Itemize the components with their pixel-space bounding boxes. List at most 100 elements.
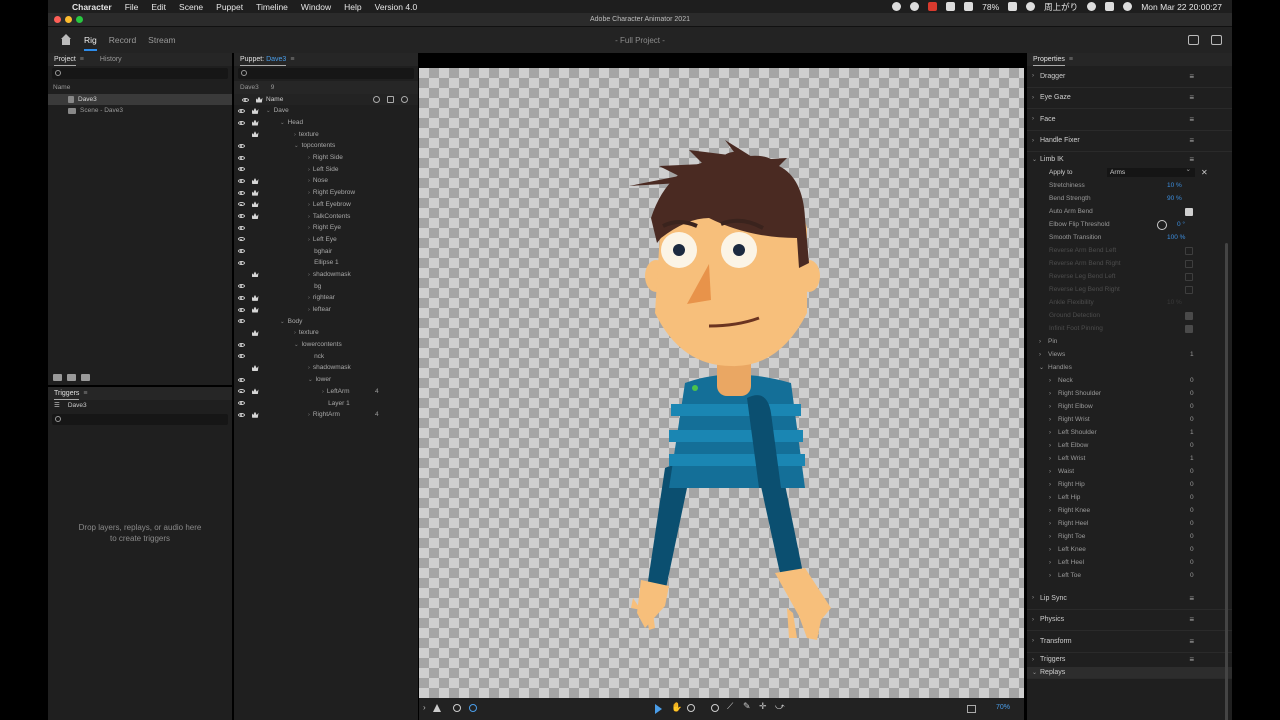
eye-icon[interactable] (234, 295, 248, 300)
layer-row[interactable]: › LeftArm 4 (234, 386, 418, 398)
pin-tool-icon[interactable]: ✎ (743, 701, 753, 711)
tab-project[interactable]: Project (54, 56, 76, 66)
chevron-right-icon[interactable]: › (308, 190, 310, 196)
zoom-window-button[interactable] (76, 16, 83, 23)
behavior-menu-icon[interactable]: ≡ (1189, 93, 1194, 102)
trigger-puppet-row[interactable]: ☰ Dave3 (48, 400, 232, 412)
eye-icon[interactable] (234, 342, 248, 347)
handle-row[interactable]: › Right Toe 0 (1027, 530, 1232, 543)
auto-arm-bend-checkbox[interactable] (1185, 207, 1193, 216)
warning-icon[interactable] (433, 704, 441, 712)
handle-row[interactable]: › Left Heel 0 (1027, 556, 1232, 569)
chevron-right-icon[interactable] (308, 284, 311, 290)
crown-icon[interactable] (248, 108, 262, 114)
menu-version[interactable]: Version 4.0 (375, 2, 418, 12)
crown-icon[interactable] (248, 330, 262, 336)
behavior-replays[interactable]: ⌄ Replays (1027, 666, 1232, 679)
eye-icon[interactable] (234, 307, 248, 312)
layer-row[interactable]: bg (234, 280, 418, 292)
s-app-icon[interactable] (928, 2, 938, 11)
layer-row[interactable]: › shadowmask (234, 362, 418, 374)
siri-icon[interactable] (1123, 2, 1133, 11)
smooth-transition-value[interactable]: 100 % (1167, 234, 1185, 241)
project-name-column[interactable]: Name (48, 81, 232, 94)
mesh-icon[interactable] (469, 704, 479, 714)
eye-icon[interactable] (234, 214, 248, 219)
eye-icon[interactable] (234, 412, 248, 417)
new-folder-icon[interactable] (53, 374, 62, 381)
layer-row[interactable]: ⌄ Body (234, 315, 418, 327)
battery-percent[interactable]: 78% (982, 2, 999, 12)
folder-icon[interactable] (67, 374, 76, 381)
stick-tool-icon[interactable]: ⟋ (727, 701, 737, 711)
crown-icon[interactable] (248, 295, 262, 301)
project-item-scene[interactable]: Scene - Dave3 (48, 105, 232, 116)
layer-row[interactable]: › Nose (234, 175, 418, 187)
behavior-menu-icon[interactable]: ≡ (1189, 615, 1194, 624)
photoshop-icon[interactable] (81, 374, 90, 381)
target-icon[interactable] (373, 96, 380, 103)
handle-row[interactable]: › Right Hip 0 (1027, 478, 1232, 491)
menu-app-name[interactable]: Character (72, 2, 112, 12)
zoom-level[interactable]: 70% (996, 704, 1010, 711)
panel-menu-icon[interactable]: ≡ (290, 56, 294, 63)
layer-row[interactable]: › Right Eyebrow (234, 187, 418, 199)
panel-menu-icon[interactable]: ≡ (83, 390, 87, 397)
handle-row[interactable]: › Right Elbow 0 (1027, 400, 1232, 413)
layer-row[interactable]: › Left Eyebrow (234, 199, 418, 211)
handle-tool-icon[interactable]: ✛ (759, 701, 769, 711)
close-window-button[interactable] (54, 16, 61, 23)
elbow-flip-value[interactable]: 0 ° (1177, 221, 1185, 228)
chevron-right-icon[interactable]: › (1049, 495, 1058, 501)
chevron-right-icon[interactable]: › (1049, 404, 1058, 410)
crown-icon[interactable] (248, 388, 262, 394)
control-center-icon[interactable] (1105, 2, 1115, 11)
expand-icon[interactable]: › (423, 703, 433, 713)
behavior-triggers[interactable]: › Triggers ≡ (1027, 653, 1232, 667)
layer-row[interactable]: › leftear (234, 304, 418, 316)
layer-row[interactable]: ⌄ topcontents (234, 140, 418, 152)
layer-row[interactable]: › TalkContents (234, 210, 418, 222)
chevron-right-icon[interactable]: › (1049, 534, 1058, 540)
crown-icon[interactable] (248, 201, 262, 207)
eye-icon[interactable] (234, 155, 248, 160)
chevron-right-icon[interactable]: › (294, 132, 296, 138)
chevron-right-icon[interactable]: › (1049, 391, 1058, 397)
layer-row[interactable]: › Left Eye (234, 234, 418, 246)
eye-icon[interactable] (234, 401, 248, 406)
crown-icon[interactable] (248, 120, 262, 126)
chevron-right-icon[interactable] (308, 354, 311, 360)
layer-row[interactable]: › texture (234, 128, 418, 140)
handle-row[interactable]: › Left Wrist 1 (1027, 452, 1232, 465)
chevron-right-icon[interactable]: › (1049, 443, 1058, 449)
behavior-face[interactable]: › Face ≡ (1027, 109, 1232, 131)
chevron-right-icon[interactable]: › (1049, 573, 1058, 579)
handle-row[interactable]: › Left Hip 0 (1027, 491, 1232, 504)
project-search-input[interactable] (52, 68, 228, 79)
eye-icon[interactable] (234, 319, 248, 324)
layer-row[interactable]: ⌄ Dave (234, 105, 418, 117)
tab-stream[interactable]: Stream (148, 35, 175, 45)
close-icon[interactable]: ✕ (1201, 168, 1208, 177)
handle-row[interactable]: › Right Knee 0 (1027, 504, 1232, 517)
layer-row[interactable]: › Right Eye (234, 222, 418, 234)
eye-icon[interactable] (234, 178, 248, 183)
chevron-right-icon[interactable]: › (1049, 482, 1058, 488)
layer-row[interactable]: › rightear (234, 292, 418, 304)
chevron-right-icon[interactable] (308, 260, 311, 266)
crown-icon[interactable] (248, 178, 262, 184)
behavior-handle-fixer[interactable]: › Handle Fixer ≡ (1027, 131, 1232, 152)
select-tool-icon[interactable] (655, 704, 662, 714)
creative-cloud-icon[interactable] (910, 2, 920, 11)
chevron-right-icon[interactable]: › (308, 214, 310, 220)
chevron-right-icon[interactable]: › (308, 237, 310, 243)
scene-canvas[interactable] (419, 68, 1024, 698)
handle-row[interactable]: › Left Elbow 0 (1027, 439, 1232, 452)
eye-icon[interactable] (234, 260, 248, 265)
eye-icon[interactable] (234, 284, 248, 289)
panel-menu-icon[interactable]: ≡ (1069, 56, 1073, 63)
home-icon[interactable] (60, 34, 72, 46)
chevron-down-icon[interactable]: ⌄ (294, 342, 299, 348)
handle-row[interactable]: › Left Knee 0 (1027, 543, 1232, 556)
behavior-menu-icon[interactable]: ≡ (1189, 115, 1194, 124)
